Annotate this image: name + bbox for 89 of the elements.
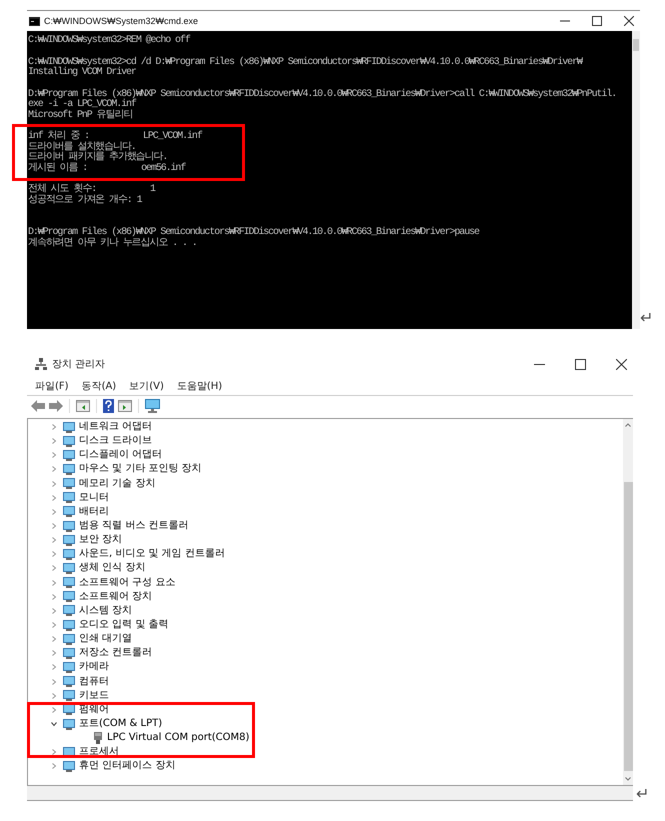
device-icon [63,436,75,447]
back-arrow-icon[interactable] [31,400,45,412]
tree-item[interactable]: 저장소 컨트롤러 [79,647,152,660]
menu-item[interactable]: 동작(A) [82,379,116,393]
device-icon [63,620,75,631]
tree-item[interactable]: 보안 장치 [79,534,122,546]
menu-item[interactable]: 보기(V) [129,379,164,393]
device-manager-icon [35,358,47,370]
tree-item[interactable]: 디스플레이 어댑터 [79,449,162,462]
console-icon [29,16,40,26]
device-icon [63,520,75,532]
console-line: 드라이버를 설치했습니다. [28,142,136,152]
scroll-down-icon[interactable] [625,777,631,781]
device-icon [63,634,75,645]
scrollbar[interactable] [623,419,633,785]
device-icon [63,746,75,758]
device-icon [63,676,75,688]
device-icon [63,534,75,546]
window-title: 장치 관리자 [52,358,106,371]
tree-item[interactable]: 프로세서 [79,746,119,758]
pane-icon[interactable] [76,400,90,412]
tree-item[interactable]: 소프트웨어 장치 [79,590,152,603]
close-icon[interactable] [624,16,634,26]
console-line: inf 처리 중 : LPC_VCOM.inf [28,132,204,142]
console-line: 성공적으로 가져온 개수: 1 [28,196,144,206]
device-icon [63,577,75,588]
device-icon [63,464,75,475]
tree-item[interactable]: 네트워크 어댑터 [79,421,152,434]
tree-item[interactable]: 생체 인식 장치 [79,562,146,574]
tree-item[interactable]: 키보드 [79,690,109,702]
device-icon [63,562,75,574]
tree-item[interactable]: 마우스 및 기타 포인팅 장치 [79,463,202,476]
window-title: C:₩WINDOWS₩System32₩cmd.exe [44,16,198,26]
device-icon [63,662,75,673]
tree-item[interactable]: 시스템 장치 [79,604,132,617]
tree-item[interactable]: 휴먼 인터페이스 장치 [79,760,176,772]
tree-item[interactable]: 인쇄 대기열 [79,633,132,646]
paragraph-mark: ↵ [636,786,650,802]
tree-item[interactable]: 사운드, 비디오 및 게임 컨트롤러 [79,548,225,560]
tree-item[interactable]: 범용 직렬 버스 컨트롤러 [79,520,189,532]
tree-item[interactable]: 포트(COM & LPT) [79,718,162,730]
device-icon [63,704,75,716]
console-line: 드라이버 패키지를 추가했습니다. [28,153,168,163]
device-icon [63,548,75,560]
tree-item[interactable]: 카메라 [79,661,109,674]
console-line: Installing VCOM Driver [28,68,137,78]
pane-icon[interactable] [118,400,132,412]
device-icon [63,605,75,616]
console-line: 계속하려면 아무 키나 누르십시오 . . . [28,238,198,249]
console-line: C:₩WINDOWS₩system32>cd /d D:₩Program Files (x86)₩NXP Semiconductors₩RFIDDiscover₩V4.10.0.0₩RC663_Binaries₩Driver₩ [28,58,584,68]
maximize-icon[interactable] [592,16,602,26]
paragraph-mark: ↵ [640,310,654,326]
menu-item[interactable]: 도움말(H) [176,379,222,393]
tree-item[interactable]: 컴퓨터 [79,676,109,688]
tree-item[interactable]: 펌웨어 [79,704,109,716]
menu-item[interactable]: 파일(F) [35,379,69,393]
monitor-icon[interactable] [145,399,160,413]
console-line: 전체 시도 횟수: 1 [28,185,156,195]
maximize-icon[interactable] [575,358,586,370]
device-icon [63,478,75,490]
console-line: D:₩Program Files (x86)₩NXP Semiconductors₩RFIDDiscover₩V4.10.0.0₩RC663_Binaries₩Driver>pause [28,228,480,238]
scroll-up-icon[interactable] [625,423,631,427]
device-icon [63,492,75,504]
device-icon [63,690,75,702]
console-line: Microsoft PnP 유틸리티 [28,110,134,121]
tree-item[interactable]: 메모리 기술 장치 [79,478,156,490]
console-line: C:₩WINDOWS₩system32>REM @echo off [28,36,192,46]
console-line: D:₩Program Files (x86)₩NXP Semiconductors₩RFIDDiscover₩V4.10.0.0₩RC663_Binaries₩Driver>call C:₩WINDOWS₩system32₩PnPutil. [28,90,618,100]
help-icon[interactable] [103,399,114,413]
chevron-icon[interactable] [51,721,57,728]
port-icon [93,732,103,744]
tree-item[interactable]: 디스크 드라이브 [79,435,152,448]
tree-item[interactable]: 오디오 입력 및 출력 [79,619,169,632]
device-icon [63,506,75,518]
close-icon[interactable] [616,358,627,370]
device-icon [63,450,75,461]
device-icon [63,760,75,772]
device-icon [63,648,75,659]
console-line: 게시된 이름 : oem56.inf [28,164,187,174]
tree-item[interactable]: 소프트웨어 구성 요소 [79,576,176,589]
tree-item[interactable]: 배터리 [79,506,109,518]
device-icon [63,591,75,602]
console-line: exe -i -a LPC_VCOM.inf [28,100,138,110]
device-icon [63,422,75,433]
scrollbar[interactable] [632,31,640,329]
tree-item[interactable]: 모니터 [79,492,109,504]
tree-item[interactable]: LPC Virtual COM port(COM8) [107,732,250,744]
forward-arrow-icon[interactable] [49,400,63,412]
device-icon [63,718,75,730]
